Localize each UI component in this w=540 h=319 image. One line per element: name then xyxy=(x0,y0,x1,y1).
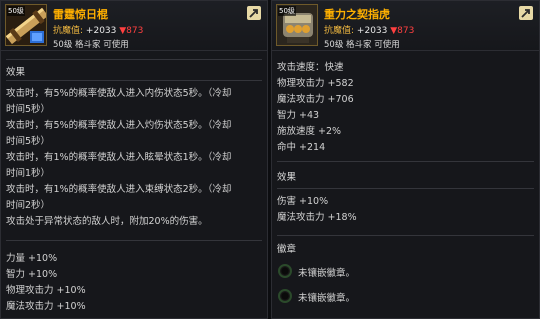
left-stat-line: 物理攻击力 +10% xyxy=(6,285,86,296)
left-score-row: 抗魔值: +2033 ▼873 xyxy=(53,23,143,36)
right-divider-emblem xyxy=(277,235,534,236)
right-effect-title: 效果 xyxy=(277,172,297,183)
left-effect-line: 攻击处于异常状态的敌人时，附加20%的伤害。 xyxy=(6,216,208,227)
right-stat-line: 物理攻击力 +582 xyxy=(277,78,354,89)
right-stat-line: 攻击速度：快速 xyxy=(277,62,344,73)
right-item-tooltip: 50级 重力之契指虎 抗魔值: +2033 ▼873 50级 格斗家 可使用 攻… xyxy=(271,0,540,319)
right-requirement: 50级 格斗家 可使用 xyxy=(324,40,400,50)
share-link-button[interactable] xyxy=(519,6,533,20)
left-stats-list: 力量 +10% 智力 +10% 物理攻击力 +10% 魔法攻击力 +10% xyxy=(6,251,86,315)
right-item-name: 重力之契指虎 xyxy=(324,8,390,21)
left-effect-line: 时间2秒） xyxy=(6,200,51,211)
right-stat-line: 命中 +214 xyxy=(277,142,326,153)
left-item-tooltip: 50级 雷霆惊日棍 抗魔值: +2033 ▼873 50级 格斗家 可使用 效果… xyxy=(0,0,268,319)
left-effect-line: 攻击时，有1%的概率使敌人进入束缚状态2秒。（冷却 xyxy=(6,184,232,195)
right-stat-line: 施放速度 +2% xyxy=(277,126,342,137)
right-effect-line: 魔法攻击力 +18% xyxy=(277,212,357,223)
right-stat-line: 智力 +43 xyxy=(277,110,320,121)
left-effect-title: 效果 xyxy=(6,67,26,78)
left-item-name: 雷霆惊日棍 xyxy=(53,8,108,21)
left-effect-line: 攻击时，有5%的概率使敌人进入内伤状态5秒。（冷却 xyxy=(6,88,232,99)
left-level-badge: 50级 xyxy=(7,6,25,16)
emblem-title: 徽章 xyxy=(277,244,297,255)
right-effect-line: 伤害 +10% xyxy=(277,196,329,207)
left-score-down: ▼873 xyxy=(119,26,144,36)
left-stat-line: 智力 +10% xyxy=(6,269,58,280)
left-effect-list: 攻击时，有5%的概率使敌人进入内伤状态5秒。（冷却 时间5秒） 攻击时，有5%的… xyxy=(6,86,231,230)
right-divider-effect xyxy=(277,161,534,162)
right-stat-line: 魔法攻击力 +706 xyxy=(277,94,354,105)
emblem-socket-label: 未镶嵌徽章。 xyxy=(298,293,356,304)
right-score-row: 抗魔值: +2033 ▼873 xyxy=(324,23,414,36)
left-divider-effect xyxy=(6,80,262,81)
left-requirement: 50级 格斗家 可使用 xyxy=(53,40,129,50)
left-divider-stats xyxy=(6,240,262,241)
right-emblem-section: 徽章 xyxy=(277,241,296,255)
right-item-header: 50级 重力之契指虎 抗魔值: +2033 ▼873 50级 格斗家 可使用 xyxy=(272,1,539,51)
left-effect-line: 攻击时，有5%的概率使敌人进入灼伤状态5秒。（冷却 xyxy=(6,120,232,131)
emblem-socket-2[interactable] xyxy=(278,289,292,303)
right-effect-section: 效果 xyxy=(277,169,296,183)
right-score-up: +2033 xyxy=(356,26,388,36)
left-effect-section: 效果 xyxy=(6,64,25,78)
right-score-down: ▼873 xyxy=(390,26,415,36)
knuckle-icon: 50级 xyxy=(276,4,318,46)
left-stat-line: 魔法攻击力 +10% xyxy=(6,301,86,312)
right-divider-effect-list xyxy=(277,188,534,189)
staff-icon: 50级 xyxy=(5,4,47,46)
left-divider-top xyxy=(6,59,262,60)
left-stat-line: 力量 +10% xyxy=(6,253,58,264)
right-level-badge: 50级 xyxy=(278,6,296,16)
left-score-label: 抗魔值: xyxy=(53,26,84,36)
share-link-icon xyxy=(249,9,258,18)
emblem-socket-1[interactable] xyxy=(278,264,292,278)
right-effect-list: 伤害 +10% 魔法攻击力 +18% xyxy=(277,194,357,226)
left-effect-line: 攻击时，有1%的概率使敌人进入眩晕状态1秒。（冷却 xyxy=(6,152,232,163)
left-score-up: +2033 xyxy=(85,26,117,36)
left-effect-line: 时间5秒） xyxy=(6,136,51,147)
right-score-label: 抗魔值: xyxy=(324,26,355,36)
emblem-socket-label: 未镶嵌徽章。 xyxy=(298,268,356,279)
left-effect-line: 时间1秒） xyxy=(6,168,51,179)
share-link-icon xyxy=(521,9,530,18)
left-effect-line: 时间5秒） xyxy=(6,104,51,115)
left-item-header: 50级 雷霆惊日棍 抗魔值: +2033 ▼873 50级 格斗家 可使用 xyxy=(1,1,267,51)
share-link-button[interactable] xyxy=(247,6,261,20)
right-stats-list: 攻击速度：快速 物理攻击力 +582 魔法攻击力 +706 智力 +43 施放速… xyxy=(277,60,354,156)
